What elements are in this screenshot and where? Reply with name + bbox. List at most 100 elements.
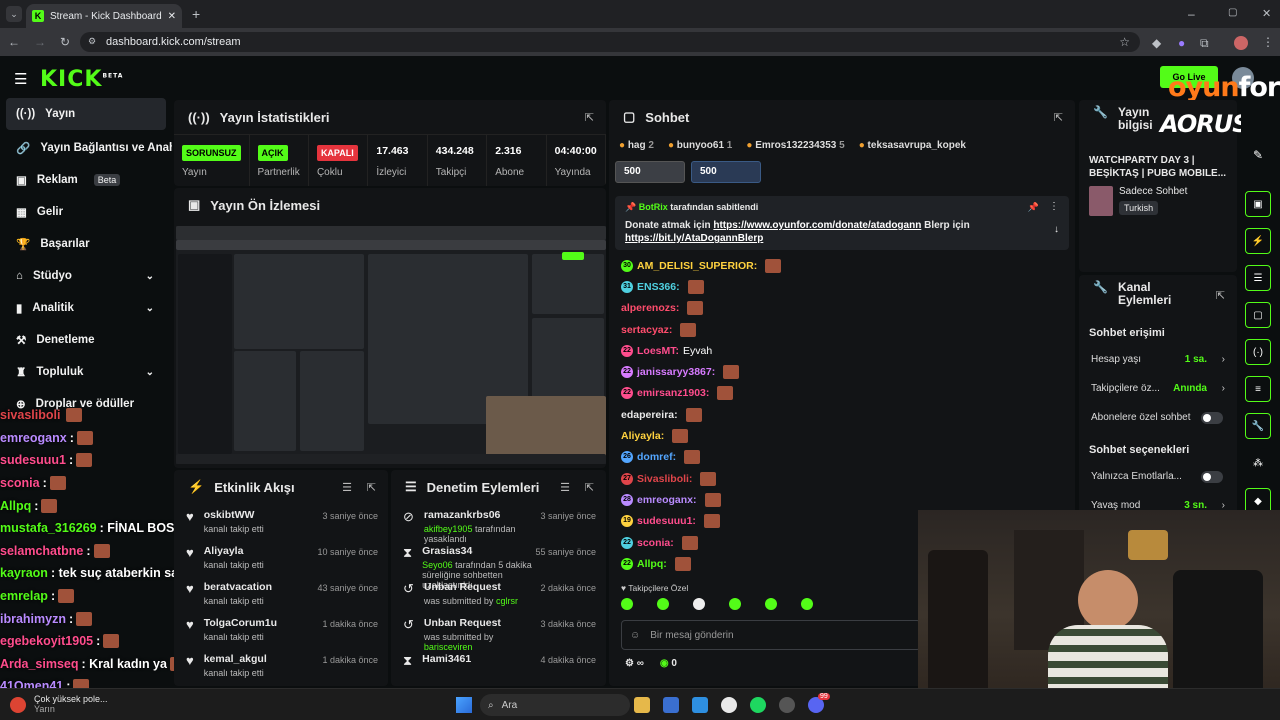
forward-icon[interactable]: → xyxy=(34,35,46,49)
activity-item[interactable]: ♥ TolgaCorum1u kanalı takip etti 1 dakika ö… xyxy=(174,612,388,648)
more-options-icon[interactable]: ⋮ xyxy=(1049,201,1059,212)
filter-icon[interactable]: ☰ xyxy=(342,481,352,494)
chat-username[interactable]: Aliyayla: xyxy=(621,430,664,442)
chat-message[interactable]: 27 Sivasliboli: xyxy=(609,468,919,489)
emote-icon[interactable] xyxy=(693,598,705,610)
chrome-icon[interactable] xyxy=(721,697,737,713)
sidebar-item-achievements[interactable]: 🏆 Başarılar xyxy=(0,228,172,260)
moderation-item[interactable]: ↺ Unban Request was submitted by bariscevi… xyxy=(391,612,606,652)
chat-username[interactable]: ENS366: xyxy=(637,281,680,293)
spotify-icon[interactable] xyxy=(750,697,766,713)
emote-only-setting[interactable]: Yalnızca Emotlarla... xyxy=(1079,462,1237,491)
pinned-blerp-link[interactable]: https://bit.ly/AtaDogannBlerp xyxy=(625,233,763,244)
chat-username[interactable]: emreoganx: xyxy=(637,494,697,506)
popout-icon[interactable]: ⇱ xyxy=(585,111,594,124)
popout-icon[interactable]: ⇱ xyxy=(585,481,594,494)
file-explorer-icon[interactable] xyxy=(634,697,650,713)
hamburger-menu-icon[interactable]: ☰ xyxy=(14,70,27,88)
sidebar-item-analytics[interactable]: ▮ Analitik ⌄ xyxy=(0,292,172,324)
chat-message[interactable]: 22 emirsanz1903: xyxy=(609,383,919,404)
top-gifter[interactable]: ● teksasavrupa_kopek xyxy=(859,140,966,151)
emote-only-toggle[interactable] xyxy=(1201,470,1223,483)
chat-message[interactable]: 26 domref: xyxy=(609,447,919,468)
weather-widget[interactable]: Çok yüksek pole... Yarın xyxy=(34,694,108,714)
rail-button-broadcast[interactable]: (·) xyxy=(1245,339,1271,365)
unpin-icon[interactable]: 📌 xyxy=(1028,202,1039,213)
chat-username[interactable]: janissaryy3867: xyxy=(637,366,715,378)
rail-button-list[interactable]: ☰ xyxy=(1245,265,1271,291)
chat-message[interactable]: 28 emreoganx: xyxy=(609,489,919,510)
mail-icon[interactable] xyxy=(692,697,708,713)
moderation-item[interactable]: ⊘ ramazankrbs06 akifbey1905 tarafından yas… xyxy=(391,504,606,544)
popout-icon[interactable]: ⇱ xyxy=(1216,289,1225,302)
stream-preview-video[interactable] xyxy=(176,226,606,464)
chat-message[interactable]: 31 ENS366: xyxy=(609,276,919,297)
account-age-setting[interactable]: Hesap yaşı 1 sa. › xyxy=(1079,345,1237,374)
filter-icon[interactable]: ☰ xyxy=(560,481,570,494)
site-info-icon[interactable]: ⚙ xyxy=(88,36,96,47)
extension-icon[interactable]: ◆ xyxy=(1152,36,1161,50)
emote-icon[interactable] xyxy=(657,598,669,610)
chat-username[interactable]: LoesMT: xyxy=(637,345,679,357)
settings-icon[interactable]: ⚙ ∞ xyxy=(625,658,644,669)
tab-search-icon[interactable]: ⌄ xyxy=(6,6,22,22)
chat-message[interactable]: 19 sudesuuu1: xyxy=(609,511,919,532)
emote-icon[interactable] xyxy=(801,598,813,610)
chat-message[interactable]: Aliyayla: xyxy=(609,425,919,446)
activity-item[interactable]: ♥ oskibtWW kanalı takip etti 3 saniye önce xyxy=(174,504,388,540)
sidebar-item-studio[interactable]: ⌂ Stüdyo ⌄ xyxy=(0,260,172,292)
subs-only-toggle[interactable] xyxy=(1201,411,1223,424)
window-close-icon[interactable]: ✕ xyxy=(1262,7,1271,20)
chat-message[interactable]: edapereira: xyxy=(609,404,919,425)
tab-close-icon[interactable]: ✕ xyxy=(168,11,176,22)
sidebar-item-ads[interactable]: ▣ Reklam Beta xyxy=(0,164,172,196)
maximize-icon[interactable]: ▢ xyxy=(1228,7,1237,18)
sidebar-item-stream[interactable]: ((·)) Yayın xyxy=(6,98,166,130)
gift-card[interactable]: 500 xyxy=(615,161,685,183)
rail-button-flash[interactable]: ⚡ xyxy=(1245,228,1271,254)
top-gifter[interactable]: ● Emros132234353 5 xyxy=(746,140,844,151)
chat-input[interactable]: ☺ Bir mesaj gönderin xyxy=(621,620,921,650)
emote-icon[interactable] xyxy=(621,598,633,610)
chat-message[interactable]: alperenozs: xyxy=(609,298,919,319)
browser-menu-icon[interactable]: ⋮ xyxy=(1262,35,1274,49)
chat-message[interactable]: 30 AM_DELISI_SUPERIOR: xyxy=(609,255,919,276)
back-icon[interactable]: ← xyxy=(8,35,20,49)
store-icon[interactable] xyxy=(663,697,679,713)
obs-icon[interactable] xyxy=(779,697,795,713)
followers-only-setting[interactable]: Takipçilere öz... Anında › xyxy=(1079,374,1237,403)
top-gifter[interactable]: ● bunyoo61 1 xyxy=(668,140,732,151)
rail-button-ad[interactable]: ▣ xyxy=(1245,191,1271,217)
chat-username[interactable]: sconia: xyxy=(637,537,674,549)
activity-item[interactable]: ♥ kemal_akgul kanalı takip etti 1 dakika ön… xyxy=(174,648,388,684)
emote-icon[interactable] xyxy=(765,598,777,610)
activity-item[interactable]: ♥ Aliyayla kanalı takip etti 10 saniye önce xyxy=(174,540,388,576)
edit-icon[interactable]: ✎ xyxy=(1253,148,1263,162)
popout-icon[interactable]: ⇱ xyxy=(1054,111,1063,124)
pinned-donate-link[interactable]: https://www.oyunfor.com/donate/atadogann xyxy=(713,220,921,231)
chat-message[interactable]: sertacyaz: xyxy=(609,319,919,340)
emote-icon[interactable] xyxy=(729,598,741,610)
chat-username[interactable]: domref: xyxy=(637,451,676,463)
chat-username[interactable]: Allpq: xyxy=(637,558,667,570)
chat-username[interactable]: edapereira: xyxy=(621,409,678,421)
extension-2-icon[interactable]: ● xyxy=(1178,36,1185,50)
chat-message[interactable]: 22 janissaryy3867: xyxy=(609,361,919,382)
activity-item[interactable]: ♥ beratvacation kanalı takip etti 43 saniye… xyxy=(174,576,388,612)
bookmark-star-icon[interactable]: ☆ xyxy=(1119,35,1130,49)
browser-tab[interactable]: K Stream - Kick Dashboard ✕ xyxy=(26,4,182,28)
chat-username[interactable]: Sivasliboli: xyxy=(637,473,692,485)
sidebar-item-stream-key[interactable]: 🔗 Yayın Bağlantısı ve Anahtarı xyxy=(0,132,172,164)
emoji-icon[interactable]: ☺ xyxy=(630,630,640,641)
chat-username[interactable]: sertacyaz: xyxy=(621,324,672,336)
expand-down-icon[interactable]: ↓ xyxy=(1054,224,1059,235)
chat-username[interactable]: sudesuuu1: xyxy=(637,515,696,527)
subscribers-only-setting[interactable]: Abonelere özel sohbet xyxy=(1079,403,1237,432)
kick-logo[interactable]: KICKBETA xyxy=(40,67,123,92)
address-bar[interactable]: ⚙ dashboard.kick.com/stream ☆ xyxy=(80,32,1140,52)
chat-username[interactable]: alperenozs: xyxy=(621,302,679,314)
chat-username[interactable]: emirsanz1903: xyxy=(637,387,709,399)
chat-message[interactable]: 22 Allpq: xyxy=(609,553,919,574)
chat-message[interactable]: 22 sconia: xyxy=(609,532,919,553)
extensions-puzzle-icon[interactable]: ⧉ xyxy=(1200,36,1209,51)
